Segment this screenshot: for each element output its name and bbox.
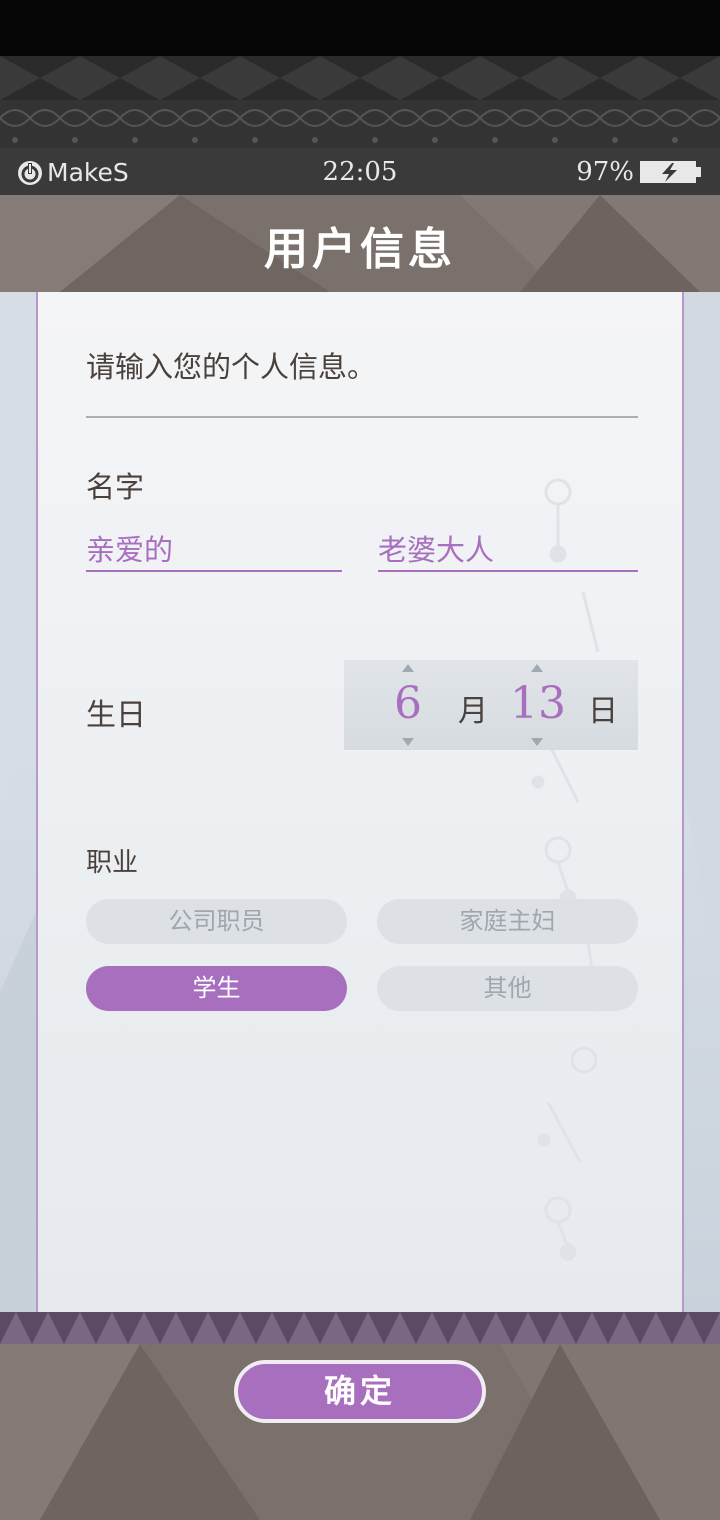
user-info-panel: 请输入您的个人信息。 名字 亲爱的 老婆大人 生日 6 月 13 日 职业 公司… <box>36 292 684 1312</box>
top-black-bar <box>0 0 720 56</box>
decorative-lace-band <box>0 56 720 148</box>
occupation-option-housewife[interactable]: 家庭主妇 <box>377 899 638 944</box>
last-name-field[interactable]: 老婆大人 <box>378 532 638 572</box>
day-up-arrow-icon[interactable] <box>531 664 543 672</box>
footer: 确定 <box>0 1344 720 1520</box>
decorative-triangle-band <box>0 1312 720 1344</box>
status-battery: 97% <box>576 157 702 187</box>
birthday-day-value[interactable]: 13 <box>510 678 566 729</box>
intro-text: 请输入您的个人信息。 <box>86 350 377 384</box>
page-title: 用户信息 <box>264 224 456 275</box>
month-unit-label: 月 <box>458 694 488 729</box>
panel-decoration <box>531 478 600 1261</box>
first-name-field[interactable]: 亲爱的 <box>86 532 342 572</box>
day-unit-label: 日 <box>588 694 618 729</box>
birthday-picker: 6 月 13 日 <box>344 660 638 750</box>
day-down-arrow-icon[interactable] <box>531 738 543 746</box>
occupation-option-office-worker[interactable]: 公司职员 <box>86 899 347 944</box>
birthday-month-value[interactable]: 6 <box>394 678 422 729</box>
month-down-arrow-icon[interactable] <box>402 738 414 746</box>
page-header: 用户信息 <box>0 195 720 292</box>
birthday-label: 生日 <box>86 698 146 733</box>
occupation-option-student[interactable]: 学生 <box>86 966 347 1011</box>
name-label: 名字 <box>86 470 145 504</box>
month-up-arrow-icon[interactable] <box>402 664 414 672</box>
battery-charging-icon <box>640 161 701 183</box>
confirm-button[interactable]: 确定 <box>234 1360 486 1423</box>
intro-divider <box>86 416 638 418</box>
occupation-option-other[interactable]: 其他 <box>377 966 638 1011</box>
status-bar: MakeS 22:05 97% <box>0 148 720 195</box>
occupation-label: 职业 <box>86 848 139 878</box>
battery-percentage: 97% <box>576 157 634 187</box>
